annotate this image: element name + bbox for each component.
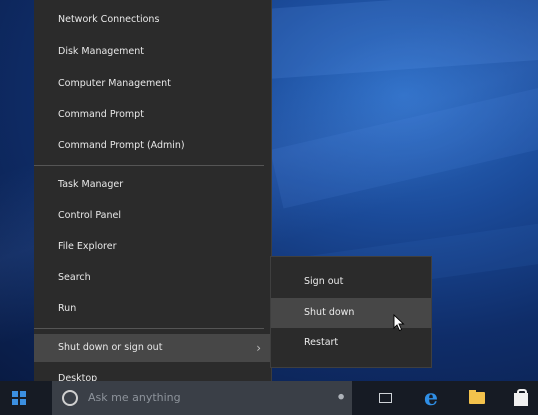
file-explorer-icon[interactable]: [466, 387, 488, 409]
microphone-icon[interactable]: ⚫: [336, 390, 346, 404]
cortana-icon: [62, 390, 78, 406]
menu-item-disk-management[interactable]: Disk Management: [34, 38, 271, 66]
task-view-icon[interactable]: [374, 387, 396, 409]
menu-item-task-manager[interactable]: Task Manager: [34, 171, 271, 199]
menu-item-shut-down-or-sign-out[interactable]: Shut down or sign out ›: [34, 334, 271, 362]
submenu-item-sign-out[interactable]: Sign out: [271, 267, 431, 297]
shutdown-submenu: Sign out Shut down Restart: [270, 256, 432, 368]
store-icon[interactable]: [510, 387, 532, 409]
wallpaper-light-beam: [270, 82, 538, 209]
menu-item-file-explorer[interactable]: File Explorer: [34, 233, 271, 261]
submenu-item-shut-down[interactable]: Shut down: [271, 298, 431, 328]
start-icon[interactable]: [12, 391, 26, 405]
chevron-right-icon: ›: [256, 341, 261, 355]
menu-item-computer-management[interactable]: Computer Management: [34, 70, 271, 98]
menu-separator: [34, 165, 264, 166]
mouse-cursor-icon: [393, 314, 405, 332]
search-placeholder: Ask me anything: [88, 391, 181, 404]
submenu-item-restart[interactable]: Restart: [271, 328, 431, 358]
menu-item-search[interactable]: Search: [34, 264, 271, 292]
menu-separator: [34, 328, 264, 329]
menu-item-run[interactable]: Run: [34, 295, 271, 323]
taskbar: Ask me anything ⚫ e: [0, 381, 538, 415]
menu-item-network-connections[interactable]: Network Connections: [34, 6, 271, 34]
cortana-search-box[interactable]: Ask me anything ⚫: [52, 381, 352, 415]
menu-item-command-prompt[interactable]: Command Prompt: [34, 101, 271, 129]
edge-icon[interactable]: e: [420, 387, 442, 409]
wallpaper-light-beam: [250, 0, 538, 80]
menu-item-command-prompt-admin[interactable]: Command Prompt (Admin): [34, 132, 271, 160]
menu-item-control-panel[interactable]: Control Panel: [34, 202, 271, 230]
power-user-menu: Network Connections Disk Management Comp…: [34, 0, 272, 384]
